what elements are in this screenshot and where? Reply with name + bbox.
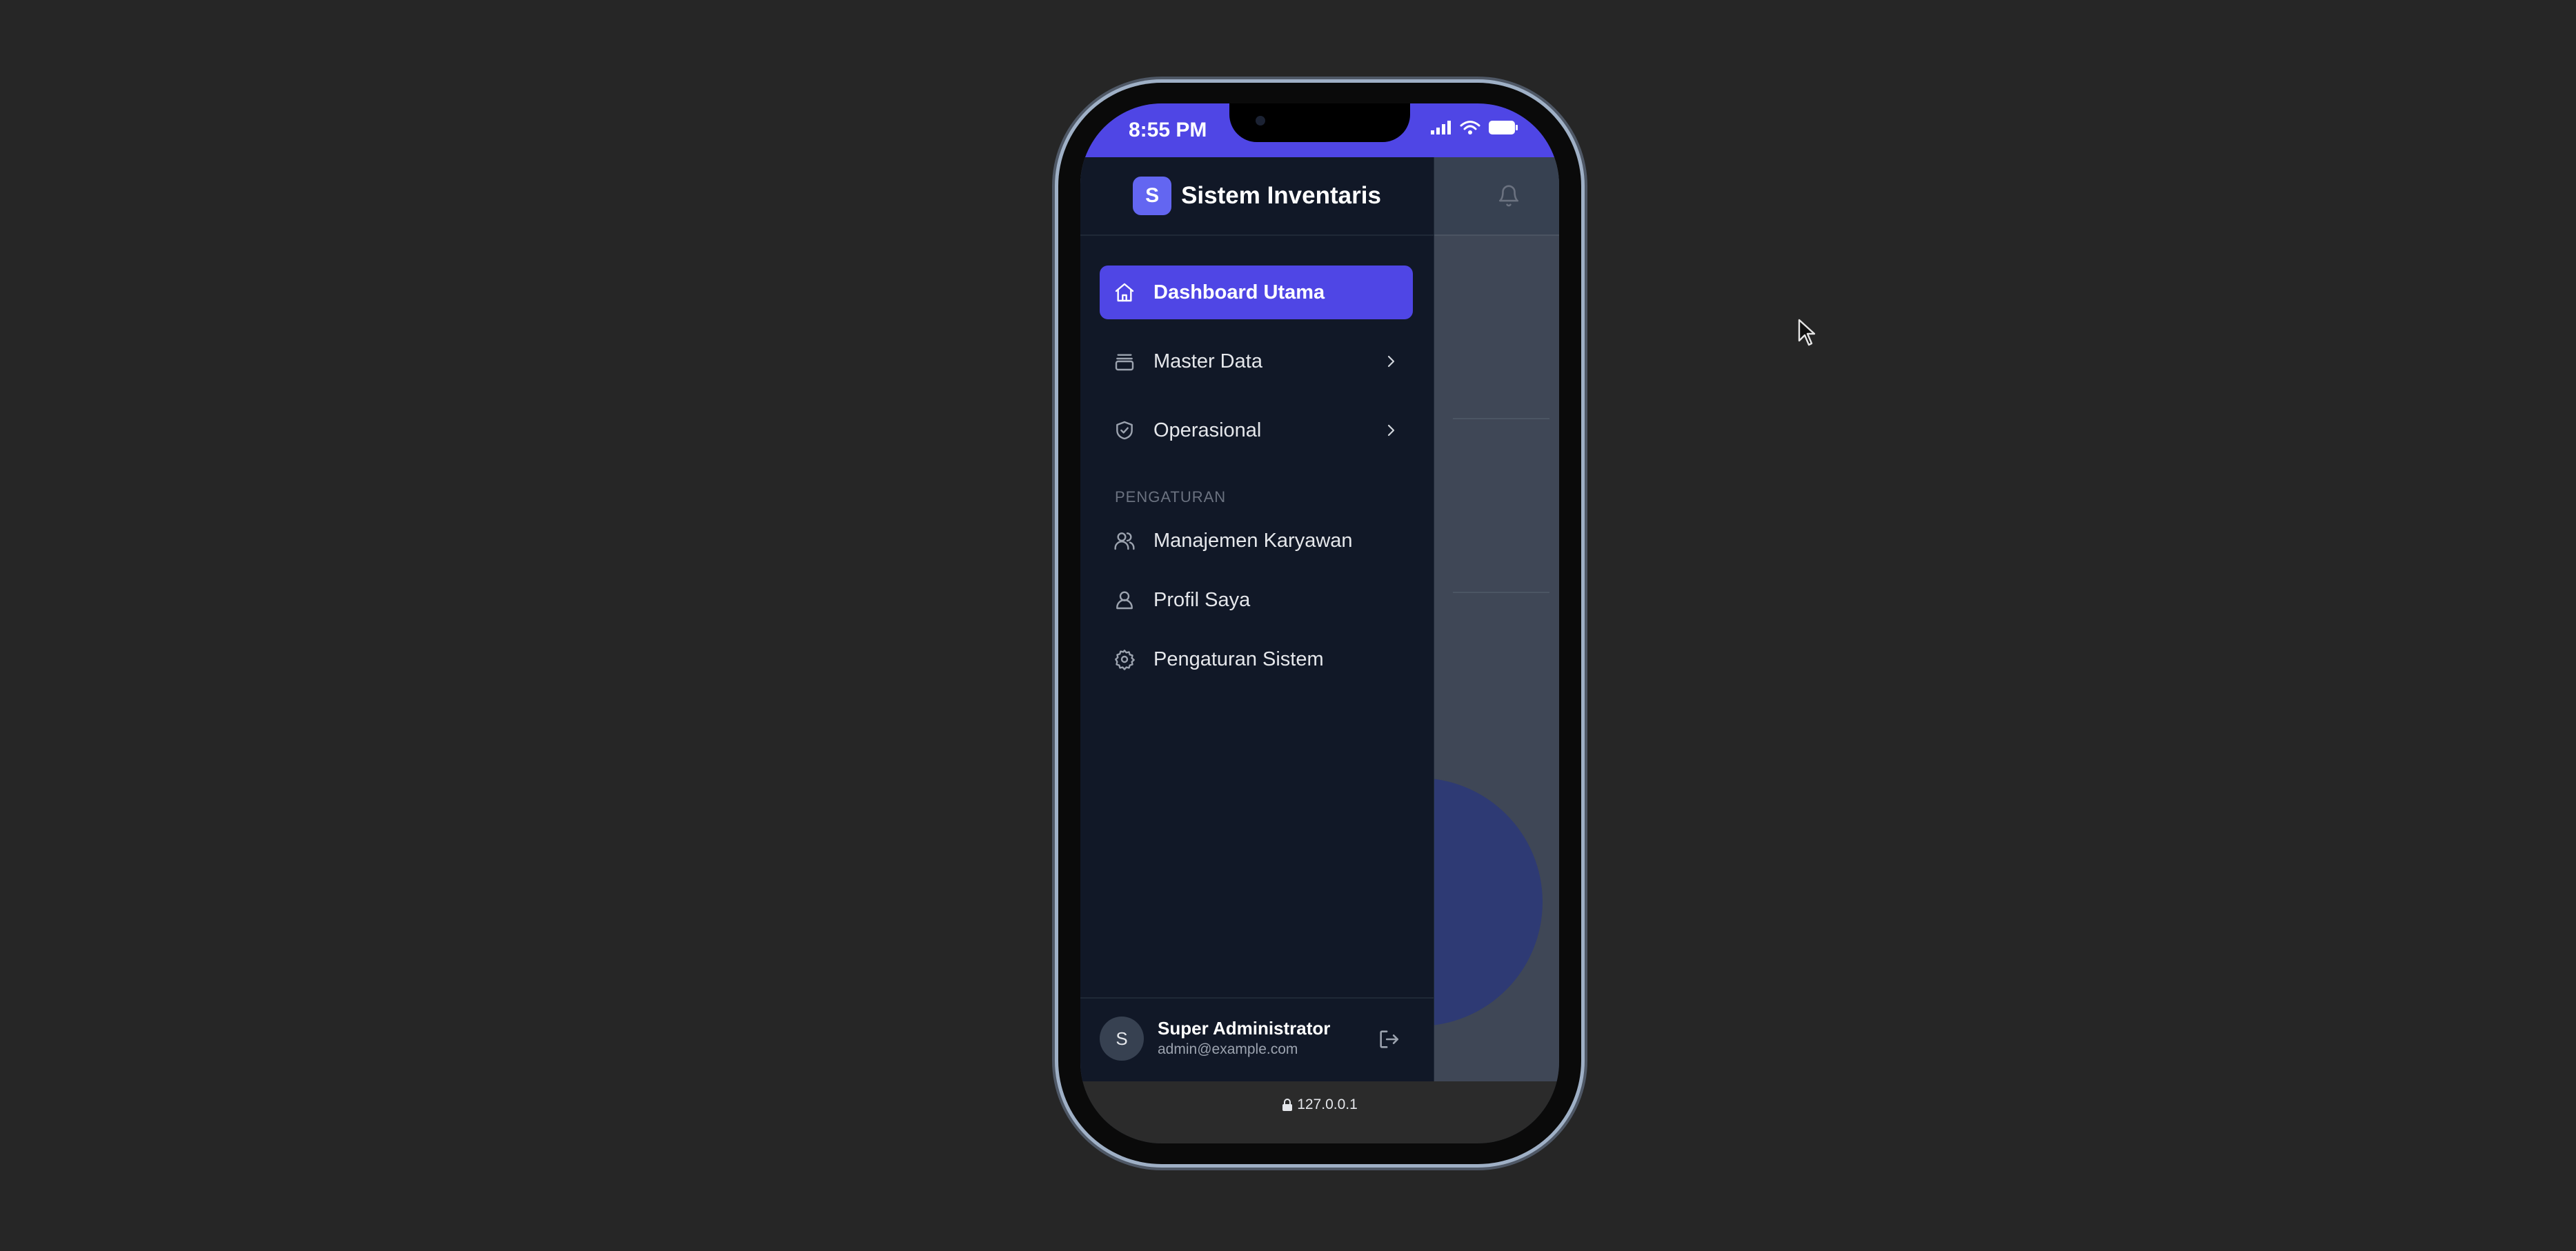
avatar[interactable]: S (1100, 1017, 1144, 1061)
home-icon (1115, 283, 1134, 302)
sidebar-item-dashboard-utama[interactable]: Dashboard Utama (1100, 266, 1413, 319)
sidebar-item-manajemen-karyawan[interactable]: Manajemen Karyawan (1100, 518, 1413, 563)
gear-icon (1115, 650, 1135, 670)
sidebar-item-label: Manajemen Karyawan (1153, 529, 1353, 552)
sidebar-item-master-data[interactable]: Master Data (1100, 334, 1413, 388)
phone-volume-down-button (1053, 446, 1058, 517)
sidebar-item-profil-saya[interactable]: Profil Saya (1100, 577, 1413, 623)
section-title-pengaturan: PENGATURAN (1115, 488, 1227, 506)
background-divider (1453, 592, 1549, 593)
sidebar-item-label: Pengaturan Sistem (1153, 648, 1324, 670)
status-bar: 8:55 PM (1080, 103, 1559, 157)
sidebar-item-label: Master Data (1153, 350, 1262, 372)
brand-title: Sistem Inventaris (1181, 182, 1381, 209)
brand-logo: S (1133, 177, 1172, 215)
main-nav: Dashboard Utama Master Data Operasional (1100, 266, 1413, 472)
sidebar-item-pengaturan-sistem[interactable]: Pengaturan Sistem (1100, 637, 1413, 682)
sidebar-item-label: Profil Saya (1153, 588, 1251, 611)
archive-icon (1115, 354, 1134, 371)
sidebar-item-label: Dashboard Utama (1153, 281, 1325, 303)
chevron-right-icon (1387, 424, 1395, 437)
user-name: Super Administrator (1158, 1018, 1331, 1039)
user-profile-footer: S Super Administrator admin@example.com (1080, 997, 1434, 1083)
background-divider (1453, 418, 1549, 419)
shield-check-icon (1116, 421, 1133, 440)
status-icons (1431, 120, 1518, 135)
status-time: 8:55 PM (1129, 119, 1207, 141)
notch (1229, 103, 1410, 142)
lock-icon (1282, 1099, 1293, 1111)
users-icon (1114, 532, 1135, 550)
sidebar-drawer: S Sistem Inventaris Dashboard Utama Mast… (1080, 157, 1434, 1081)
user-icon (1116, 591, 1133, 610)
phone-screen: 8:55 PM S Sistem Inventaris Dashboard Ut… (1080, 103, 1559, 1143)
bell-icon[interactable] (1497, 183, 1520, 208)
browser-url-bar[interactable]: 127.0.0.1 (1080, 1081, 1559, 1143)
logout-icon[interactable] (1377, 1028, 1400, 1051)
signal-icon (1431, 121, 1451, 134)
settings-nav: Manajemen Karyawan Profil Saya Pengatura… (1100, 518, 1413, 696)
sidebar-item-label: Operasional (1153, 419, 1262, 441)
user-email: admin@example.com (1158, 1041, 1298, 1057)
chevron-right-icon (1387, 355, 1395, 368)
camera-icon (1256, 116, 1265, 126)
phone-action-button (1053, 281, 1058, 317)
wifi-icon (1460, 121, 1480, 134)
phone-volume-up-button (1053, 352, 1058, 423)
sidebar-item-operasional[interactable]: Operasional (1100, 403, 1413, 457)
battery-icon (1489, 121, 1518, 134)
mouse-cursor-icon (1798, 319, 1816, 346)
url-display[interactable]: 127.0.0.1 (1080, 1097, 1559, 1113)
url-text: 127.0.0.1 (1297, 1097, 1358, 1112)
sidebar-header: S Sistem Inventaris (1080, 157, 1434, 236)
